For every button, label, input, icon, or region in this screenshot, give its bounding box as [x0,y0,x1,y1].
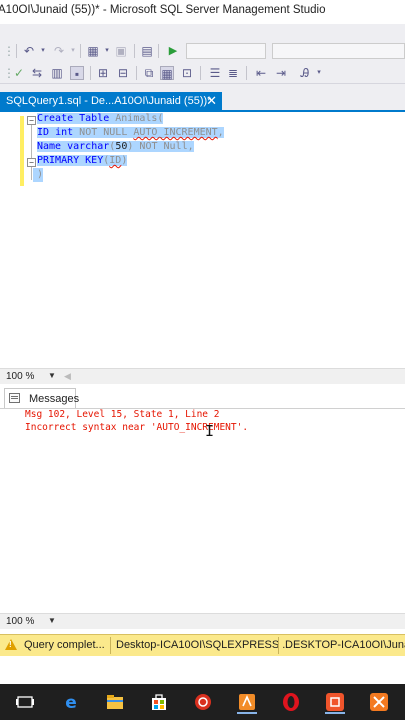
messages-tab-label: Messages [29,393,80,405]
debug-icon[interactable]: ▤ [140,44,154,58]
error-message-line: Msg 102, Level 15, State 1, Line 2 [25,409,220,420]
execute-icon[interactable]: ▶ [166,44,180,58]
change-connection-icon[interactable]: ⇆ [30,66,44,80]
app-orange-square-icon[interactable] [323,690,347,714]
active-app-indicator [237,712,257,714]
results-to-grid-icon[interactable]: ▦ [160,66,174,81]
available-databases-icon[interactable]: ▥ [50,66,64,80]
display-plan-icon[interactable]: ⊞ [96,66,110,80]
include-plan-icon[interactable]: ⧉ [142,66,156,80]
close-icon[interactable]: ✕ [206,94,217,108]
messages-zoom-level[interactable]: 100 % [6,616,34,627]
task-view-icon[interactable] [13,690,37,714]
app-red-icon[interactable] [191,690,215,714]
toolbar-options-dropdown-icon[interactable]: ▾ [312,66,326,80]
solution-configuration-combo[interactable] [186,43,266,59]
active-app-indicator [325,712,345,714]
redo-dropdown-icon[interactable]: ▾ [66,44,80,58]
svg-text:e: e [65,693,77,712]
query-editor[interactable]: − − Create Table Animals( ID int NOT NUL… [0,112,405,368]
toolbar-separator [90,66,91,80]
document-tab-strip: SQLQuery1.sql - De...A10OI\Junaid (55))*… [0,84,405,112]
file-explorer-icon[interactable] [103,690,127,714]
text-cursor-icon: I [205,422,215,440]
code-line-5: ) [37,169,44,180]
new-query-dropdown-icon[interactable]: ▾ [100,44,114,58]
uncomment-icon[interactable]: ≣ [226,66,240,80]
server-name: Desktop-ICA10OI\SQLEXPRESS ... [116,639,292,651]
increase-indent-icon[interactable]: ⇥ [274,66,288,80]
editor-zoom-level[interactable]: 100 % [6,371,34,382]
tab-messages[interactable]: Messages [4,388,80,408]
toolbar-separator [158,44,159,58]
warning-icon [5,639,17,650]
scroll-left-icon[interactable]: ◀ [64,371,71,382]
messages-pane[interactable]: Msg 102, Level 15, State 1, Line 2 Incor… [0,409,405,613]
toolbar-separator [134,44,135,58]
query-status-text: Query complet... [24,639,105,651]
messages-zoom-bar: 100 % ▼ [0,613,405,629]
code-line-3: Name varchar(50) NOT Null, [37,141,194,152]
tab-label: SQLQuery1.sql - De...A10OI\Junaid (55))* [6,95,212,107]
code-line-4: PRIMARY KEY(ID) [37,155,128,166]
standard-toolbar: ⋮ ↶ ▾ ↷ ▾ ▦ ▾ ▣ ▤ ▶ [0,40,405,62]
undo-icon[interactable]: ↶ [22,44,36,58]
app-cross-icon[interactable] [367,690,391,714]
specify-values-icon[interactable]: Ꭿ [298,66,312,80]
menu-bar-area [0,24,405,40]
collapse-icon[interactable]: − [27,116,36,125]
connect-icon[interactable]: ✓ [12,66,26,80]
grip-icon: ⋮ [3,44,15,58]
blank-area [0,656,405,684]
results-tab-strip: Messages [0,385,405,409]
taskbar: e [0,684,405,720]
code-line-1: Create Table Animals( [37,113,164,124]
syntax-error-squiggle: AUTO_INCREMENT [133,127,218,138]
sql-editor-toolbar: ⋮ ✓ ⇆ ▥ ▪ ⊞ ⊟ ⧉ ▦ ⊡ ☰ ≣ ⇤ ⇥ Ꭿ ▾ [0,62,405,84]
tab-sqlquery1[interactable]: SQLQuery1.sql - De...A10OI\Junaid (55))*… [0,92,222,112]
status-separator [278,637,279,654]
status-separator [110,637,111,654]
results-to-text-icon[interactable]: ⊡ [180,66,194,80]
comment-icon[interactable]: ☰ [208,66,222,80]
error-message-line: Incorrect syntax near 'AUTO_INCREMENT'. [25,422,249,433]
store-icon[interactable] [147,690,171,714]
save-icon[interactable]: ▪ [70,66,84,81]
search-combo[interactable] [272,43,405,59]
edge-icon[interactable]: e [59,690,83,714]
query-status-bar: Query complet... Desktop-ICA10OI\SQLEXPR… [0,634,405,656]
outline-guide [31,120,32,180]
undo-dropdown-icon[interactable]: ▾ [36,44,50,58]
query-options-icon[interactable]: ⊟ [116,66,130,80]
messages-icon [9,393,20,403]
title-bar: A10OI\Junaid (55))* - Microsoft SQL Serv… [0,0,405,24]
login-name: DESKTOP-ICA10OI\Junaid [285,639,405,651]
decrease-indent-icon[interactable]: ⇤ [254,66,268,80]
toolbar-separator [16,44,17,58]
code-line-2: ID int NOT NULL AUTO_INCREMENT, [37,127,224,138]
window-title: A10OI\Junaid (55))* - Microsoft SQL Serv… [0,4,326,16]
copy-icon[interactable]: ▣ [114,44,128,58]
chevron-down-icon[interactable]: ▼ [48,371,56,380]
chevron-down-icon[interactable]: ▼ [48,616,56,625]
redo-icon[interactable]: ↷ [52,44,66,58]
toolbar-separator [80,44,81,58]
collapse-icon[interactable]: − [27,158,36,167]
app-orange-icon[interactable] [235,690,259,714]
new-query-icon[interactable]: ▦ [86,44,100,58]
change-tracking-bar [20,116,24,186]
toolbar-separator [200,66,201,80]
opera-icon[interactable] [279,690,303,714]
toolbar-separator [136,66,137,80]
editor-zoom-bar: 100 % ▼ ◀ [0,368,405,384]
toolbar-separator [246,66,247,80]
